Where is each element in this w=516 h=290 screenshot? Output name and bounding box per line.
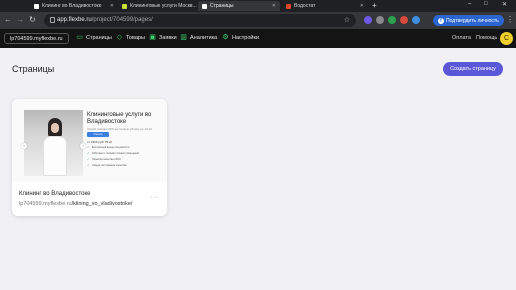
extension-icon[interactable]	[388, 16, 396, 24]
tab-title: Клининг во Владивостоке	[42, 3, 102, 9]
facebook-icon: f	[438, 17, 444, 24]
gear-icon: ⚙	[222, 34, 229, 41]
nav-item-settings[interactable]: ⚙ Настройки	[222, 34, 259, 41]
check-icon: ✓	[87, 162, 90, 167]
url-host: app.flexbe.ru	[57, 17, 92, 23]
new-tab-button[interactable]: +	[372, 1, 377, 10]
extension-icon[interactable]	[376, 16, 384, 24]
photo-face	[51, 123, 59, 133]
page-thumbnail[interactable]: ‹ › Клининговые услуги во Владивостоке А…	[12, 99, 167, 182]
extension-icon[interactable]	[364, 16, 372, 24]
tab-title: Страницы	[210, 3, 234, 9]
minimize-icon[interactable]: –	[468, 1, 471, 7]
page-card-url[interactable]: lp704599.myflexbe.ru/klining_vo_vladivos…	[19, 201, 132, 207]
nav-item-analytics[interactable]: ▥ Аналитика	[180, 34, 217, 41]
close-tab-icon[interactable]: ✕	[110, 3, 114, 9]
url-text: app.flexbe.ru/project/704599/pages/	[57, 17, 153, 23]
verify-identity-label: Подтвердить личность	[446, 17, 499, 24]
thumbnail-button: Узнать стоимость	[87, 132, 109, 141]
maximize-icon[interactable]: □	[484, 1, 488, 7]
browser-tab-3[interactable]: Страницы ✕	[198, 1, 280, 11]
nav-label: Аналитика	[190, 34, 218, 41]
url-slug: /klining_vo_vladivostoke/	[71, 201, 133, 207]
thumbnail-feature: ✓ Скидки постоянным клиентам	[87, 163, 127, 167]
nav-item-orders[interactable]: ▣ Заявки	[149, 34, 177, 41]
page-card-menu-icon[interactable]: ···	[150, 194, 159, 201]
forward-arrow-icon[interactable]: →	[16, 15, 24, 24]
feature-text: Скидки постоянным клиентам	[92, 163, 127, 167]
feature-text: Бесплатный выезд специалиста	[92, 145, 130, 149]
close-tab-icon[interactable]: ✕	[360, 3, 364, 9]
check-icon: ✓	[87, 156, 90, 161]
feature-text: Гарантия качества 100%	[92, 157, 121, 161]
lock-icon	[50, 17, 55, 23]
close-window-icon[interactable]: ✕	[502, 1, 507, 8]
thumbnail-price: от 1500 руб/ 75 м²	[87, 140, 113, 144]
address-bar[interactable]: app.flexbe.ru/project/704599/pages/ ☆	[44, 14, 356, 27]
nav-label: Страницы	[86, 34, 112, 41]
back-arrow-icon[interactable]: ←	[4, 15, 12, 24]
chart-icon: ▥	[180, 34, 187, 41]
extension-icon[interactable]	[400, 16, 408, 24]
carousel-next-icon: ›	[80, 143, 86, 149]
site-favicon-icon	[202, 3, 207, 9]
verify-identity-button[interactable]: f Подтвердить личность	[433, 15, 504, 26]
extension-icon[interactable]	[412, 16, 420, 24]
browser-tab-2[interactable]: Клининговые услуги Москв... ✕	[118, 1, 198, 11]
photo-body	[43, 136, 67, 176]
nav-item-pages[interactable]: ▭ Страницы	[76, 34, 112, 41]
site-favicon-icon	[286, 3, 291, 9]
url-domain: lp704599.myflexbe.ru	[19, 201, 72, 207]
browser-tab-strip: Клининг во Владивостоке ✕ Клининговые ус…	[0, 0, 516, 12]
check-icon: ✓	[87, 144, 90, 149]
tab-title: Водостат	[294, 3, 316, 9]
thumbnail-subtitle: Акция! Скидка 20% на первую уборку до 10…	[87, 127, 152, 131]
page-card-title[interactable]: Клининг во Владивостоке	[19, 191, 91, 197]
page-card[interactable]: ‹ › Клининговые услуги во Владивостоке А…	[12, 99, 167, 216]
nav-item-products[interactable]: ◇ Товары	[116, 34, 145, 41]
app-header: lp704599.myflexbe.ru ▭ Страницы ◇ Товары…	[0, 29, 516, 48]
nav-label: Товары	[126, 34, 145, 41]
avatar[interactable]: С	[500, 32, 513, 45]
create-page-button[interactable]: Создать страницу	[443, 62, 503, 76]
tag-icon: ◇	[116, 34, 123, 41]
browser-tab-1[interactable]: Клининг во Владивостоке ✕	[30, 1, 118, 11]
thumbnail-photo	[24, 110, 83, 176]
payment-link[interactable]: Оплата	[452, 35, 471, 41]
tab-title: Клининговые услуги Москв...	[130, 3, 197, 9]
close-tab-icon[interactable]: ✕	[272, 3, 276, 9]
site-favicon-icon	[34, 3, 39, 9]
thumbnail-feature: ✓ Гарантия качества 100%	[87, 157, 121, 161]
project-selector[interactable]: lp704599.myflexbe.ru	[4, 33, 69, 44]
pages-icon: ▭	[76, 34, 83, 41]
browser-toolbar: ← → ↻ app.flexbe.ru/project/704599/pages…	[0, 12, 516, 29]
thumbnail-feature: ✓ Работаем с любыми типами помещений	[87, 151, 139, 155]
nav-label: Заявки	[159, 34, 177, 41]
bookmark-star-icon[interactable]: ☆	[344, 16, 350, 24]
thumbnail-heading: Клининговые услуги во Владивостоке	[87, 112, 152, 125]
check-icon: ✓	[87, 150, 90, 155]
browser-tab-4[interactable]: Водостат ✕	[282, 1, 368, 11]
inbox-icon: ▣	[149, 34, 156, 41]
help-link[interactable]: Помощь	[476, 35, 497, 41]
nav-label: Настройки	[232, 34, 259, 41]
feature-text: Работаем с любыми типами помещений	[92, 151, 139, 155]
reload-icon[interactable]: ↻	[29, 15, 36, 24]
thumbnail-feature: ✓ Бесплатный выезд специалиста	[87, 145, 129, 149]
page-title: Страницы	[12, 64, 55, 74]
site-favicon-icon	[122, 3, 127, 9]
browser-menu-icon[interactable]: ⋮	[506, 15, 514, 24]
url-path: /project/704599/pages/	[91, 17, 153, 23]
carousel-prev-icon: ‹	[21, 143, 27, 149]
